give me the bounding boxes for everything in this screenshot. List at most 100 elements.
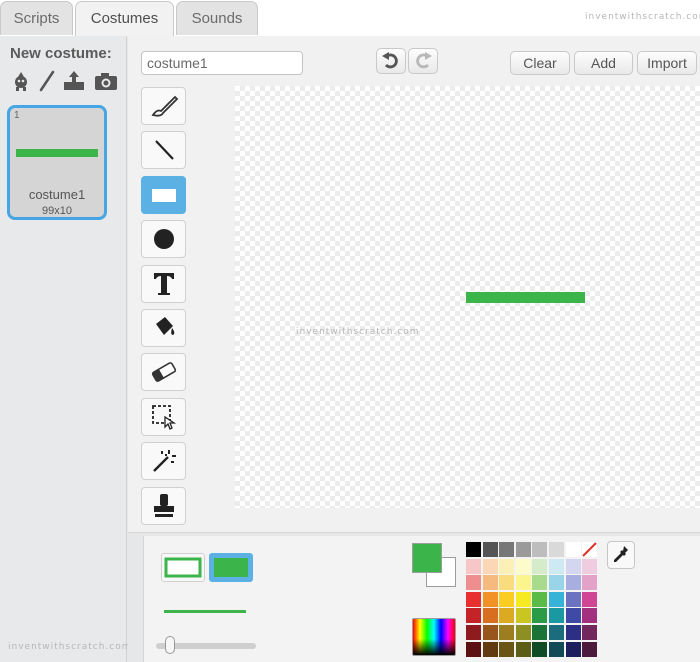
redo-button[interactable] [408,48,438,74]
palette-swatch[interactable] [565,575,581,591]
eraser-tool-icon [151,362,176,382]
palette-swatch[interactable] [499,575,515,591]
undo-button[interactable] [376,48,406,74]
palette-swatch[interactable] [499,542,515,557]
watermark-center: inventwithscratch.com [296,327,420,337]
undo-icon [382,52,398,69]
filled-mode-button[interactable] [209,553,253,582]
palette-swatch[interactable] [466,608,481,624]
palette-swatch[interactable] [482,641,498,657]
palette-swatch[interactable] [582,591,598,607]
palette-swatch[interactable] [532,575,548,591]
primary-color-swatch[interactable] [412,543,442,573]
add-button[interactable]: Add [574,51,633,75]
palette-swatch[interactable] [499,591,515,607]
palette-swatch[interactable] [565,542,581,557]
costume-number: 1 [14,110,20,121]
palette-swatch[interactable] [515,542,531,557]
paint-brush-icon[interactable] [36,70,58,92]
sprite-library-icon[interactable] [10,70,32,92]
text-tool-icon [153,273,174,295]
palette-swatch[interactable] [499,641,515,657]
palette-swatch[interactable] [515,591,531,607]
palette-swatch[interactable] [582,624,598,640]
palette-swatch[interactable] [482,624,498,640]
import-button[interactable]: Import [637,51,697,75]
palette-swatch[interactable] [499,608,515,624]
palette-swatch[interactable] [532,542,548,557]
palette-swatch[interactable] [532,624,548,640]
palette-swatch[interactable] [548,641,564,657]
palette-swatch[interactable] [565,591,581,607]
palette-swatch[interactable] [565,624,581,640]
palette-swatch[interactable] [515,575,531,591]
palette-swatch[interactable] [515,624,531,640]
eraser-tool[interactable] [141,353,186,391]
palette-swatch[interactable] [582,641,598,657]
palette-swatch[interactable] [515,558,531,574]
ellipse-tool-icon [153,229,174,249]
tab-sounds[interactable]: Sounds [176,1,258,35]
select-duplicate-tool[interactable] [141,442,186,480]
palette-swatch[interactable] [532,558,548,574]
palette-swatch[interactable] [582,608,598,624]
clear-button[interactable]: Clear [510,51,570,75]
palette-swatch[interactable] [532,591,548,607]
brush-tool-icon [151,95,178,117]
palette-swatch[interactable] [482,558,498,574]
palette-swatch[interactable] [466,542,481,557]
palette-swatch[interactable] [548,558,564,574]
filled-rectangle-icon [214,558,248,577]
line-tool[interactable] [141,131,186,169]
costume-thumbnail[interactable] [7,105,107,220]
palette-swatch[interactable] [548,542,564,557]
palette-swatch[interactable] [466,641,481,657]
palette-swatch[interactable] [466,575,481,591]
outline-mode-button[interactable] [161,553,205,582]
palette-transparent-swatch[interactable] [582,542,598,557]
rectangle-tool-icon [151,189,176,202]
tab-costumes[interactable]: Costumes [75,1,174,37]
palette-swatch[interactable] [466,558,481,574]
palette-swatch[interactable] [466,624,481,640]
palette-swatch[interactable] [482,575,498,591]
palette-swatch[interactable] [482,591,498,607]
palette-swatch[interactable] [582,575,598,591]
upload-icon[interactable] [62,70,84,92]
fill-tool-icon [155,317,174,335]
palette-swatch[interactable] [532,608,548,624]
camera-icon[interactable] [94,70,117,92]
palette-swatch[interactable] [499,624,515,640]
select-tool[interactable] [141,398,186,436]
palette-swatch[interactable] [482,542,498,557]
watermark-bottom: inventwithscratch.com [8,642,132,652]
ellipse-tool[interactable] [141,220,186,258]
palette-swatch[interactable] [466,591,481,607]
costume-name-field[interactable] [141,51,303,75]
palette-swatch[interactable] [565,641,581,657]
palette-swatch[interactable] [548,575,564,591]
palette-swatch[interactable] [482,608,498,624]
rectangle-tool[interactable] [141,176,186,214]
drawn-rectangle[interactable] [466,292,585,303]
stamp-tool[interactable] [141,487,186,525]
palette-swatch[interactable] [548,591,564,607]
brush-size-slider-knob[interactable] [165,636,175,654]
text-tool[interactable] [141,265,186,303]
palette-swatch[interactable] [515,641,531,657]
fill-tool[interactable] [141,309,186,347]
palette-swatch[interactable] [565,608,581,624]
palette-swatch[interactable] [548,608,564,624]
tab-scripts[interactable]: Scripts [0,1,73,35]
palette-swatch[interactable] [548,624,564,640]
palette-swatch[interactable] [515,608,531,624]
palette-swatch[interactable] [499,558,515,574]
palette-swatch[interactable] [582,558,598,574]
brush-tool[interactable] [141,87,186,125]
color-palette [466,542,598,657]
eyedropper-button[interactable] [607,541,635,569]
palette-swatch[interactable] [532,641,548,657]
costume-size: 99x10 [42,205,72,217]
color-picker-button[interactable] [412,618,456,656]
palette-swatch[interactable] [565,558,581,574]
